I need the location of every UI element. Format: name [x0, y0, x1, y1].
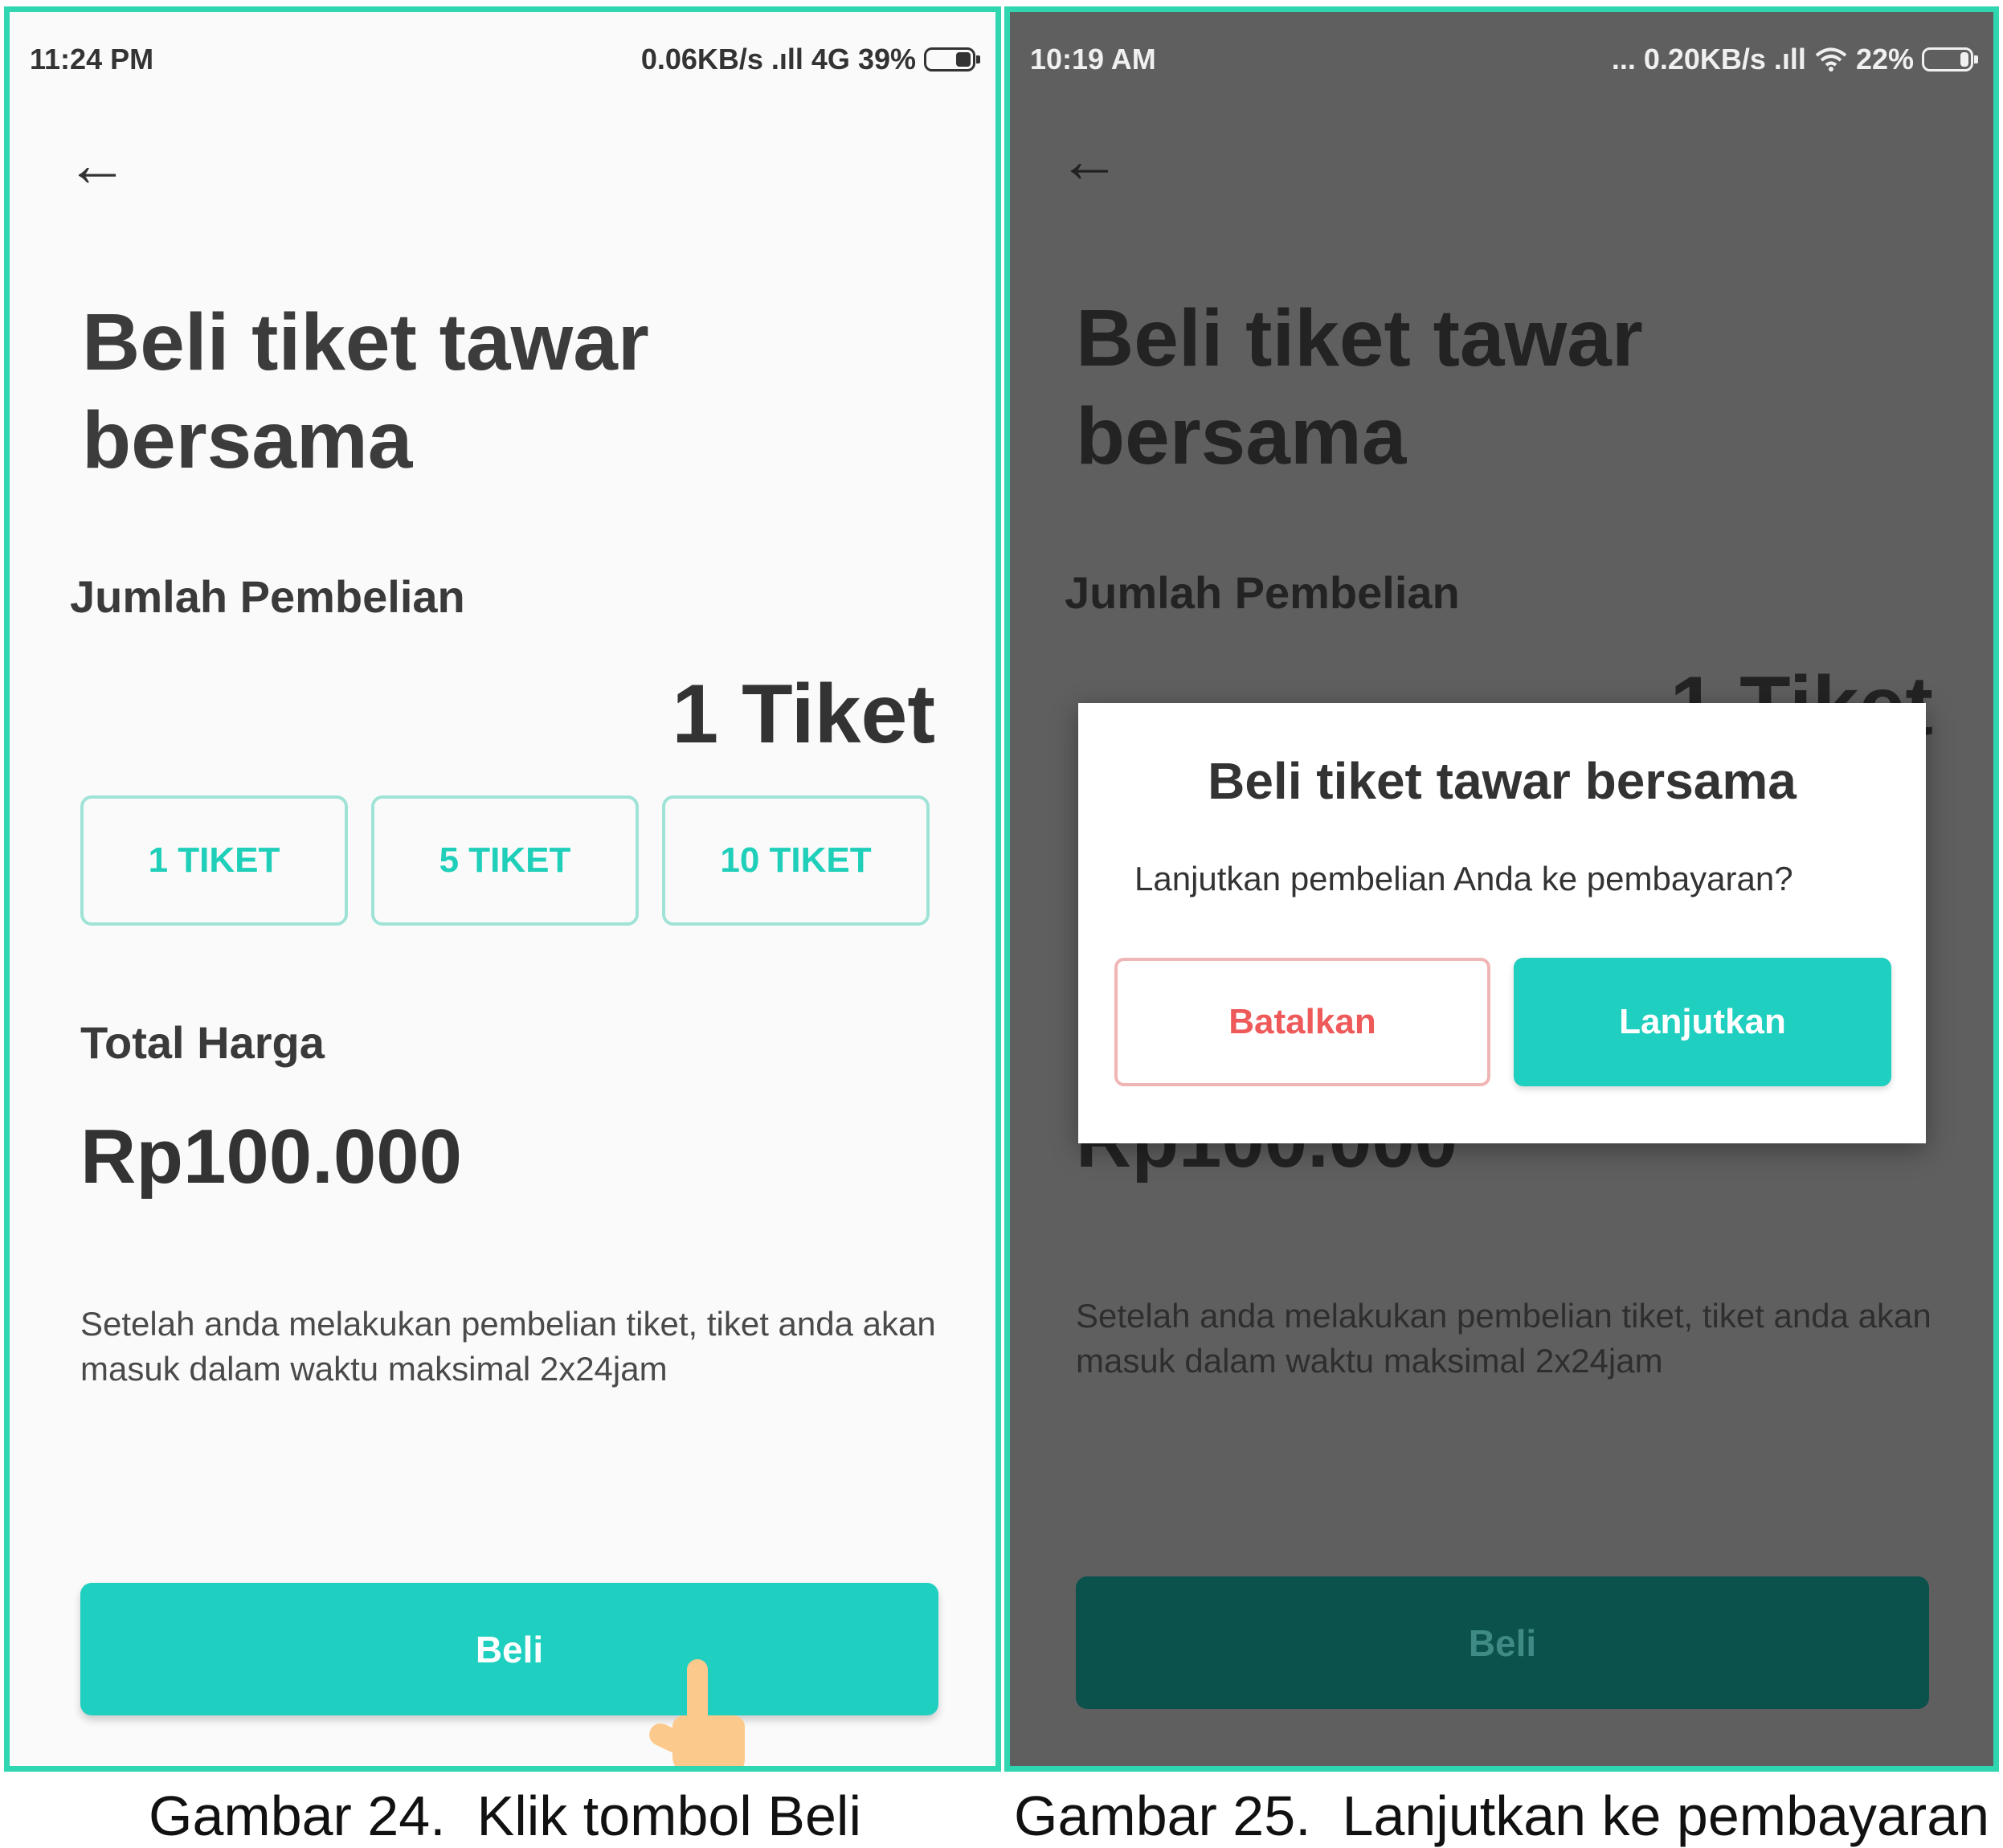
total-price: Rp100.000 — [80, 1114, 462, 1200]
qty-option-5-button[interactable]: 5 TIKET — [371, 795, 639, 926]
qty-option-10-button[interactable]: 10 TIKET — [662, 795, 930, 926]
continue-button[interactable]: Lanjutkan — [1514, 958, 1891, 1086]
battery-icon — [1922, 47, 1978, 72]
quantity-value: 1 Tiket — [672, 668, 935, 761]
confirm-dialog: Beli tiket tawar bersama Lanjutkan pembe… — [1078, 703, 1926, 1143]
page-title: Beli tiket tawar bersama — [1076, 293, 1643, 481]
status-bar: 11:24 PM 0.06KB/s .ıll 4G 39% — [30, 35, 980, 83]
dialog-title: Beli tiket tawar bersama — [1208, 752, 1797, 810]
buy-button[interactable]: Beli — [80, 1583, 938, 1715]
status-time: 10:19 AM — [1030, 43, 1156, 76]
screenshot-confirm-dialog: 10:19 AM ... 0.20KB/s .ıll 22% ← Beli ti… — [1004, 6, 1999, 1772]
pointing-hand-icon — [645, 1659, 769, 1766]
status-battery-level: 22% — [1855, 43, 1914, 76]
arrow-left-icon[interactable]: ← — [66, 133, 129, 195]
wifi-icon — [1815, 47, 1847, 72]
page-title: Beli tiket tawar bersama — [82, 297, 649, 485]
buy-button: Beli — [1076, 1576, 1929, 1709]
figure-caption-25: Gambar 25. Lanjutkan ke pembayaran — [1014, 1785, 1990, 1847]
figure-caption-24: Gambar 24. Klik tombol Beli — [149, 1785, 862, 1847]
delivery-note: Setelah anda melakukan pembelian tiket, … — [80, 1305, 936, 1388]
status-network: ... 0.20KB/s .ıll — [1611, 43, 1806, 76]
status-bar: 10:19 AM ... 0.20KB/s .ıll 22% — [1030, 35, 1978, 83]
qty-option-1-button[interactable]: 1 TIKET — [80, 795, 348, 926]
status-network: 0.06KB/s .ıll 4G — [640, 43, 850, 76]
quantity-label: Jumlah Pembelian — [1065, 567, 1460, 618]
battery-icon — [924, 47, 980, 72]
cancel-button[interactable]: Batalkan — [1114, 958, 1490, 1086]
dialog-message: Lanjutkan pembelian Anda ke pembayaran? — [1134, 860, 1793, 897]
quantity-options: 1 TIKET 5 TIKET 10 TIKET — [80, 795, 930, 926]
total-label: Total Harga — [80, 1017, 325, 1068]
arrow-left-icon[interactable]: ← — [1058, 129, 1121, 191]
delivery-note: Setelah anda melakukan pembelian tiket, … — [1076, 1297, 1931, 1380]
screenshot-buy-page: 11:24 PM 0.06KB/s .ıll 4G 39% ← Beli tik… — [4, 6, 1001, 1772]
status-time: 11:24 PM — [30, 43, 154, 76]
quantity-label: Jumlah Pembelian — [70, 571, 465, 622]
status-battery-level: 39% — [857, 43, 916, 76]
